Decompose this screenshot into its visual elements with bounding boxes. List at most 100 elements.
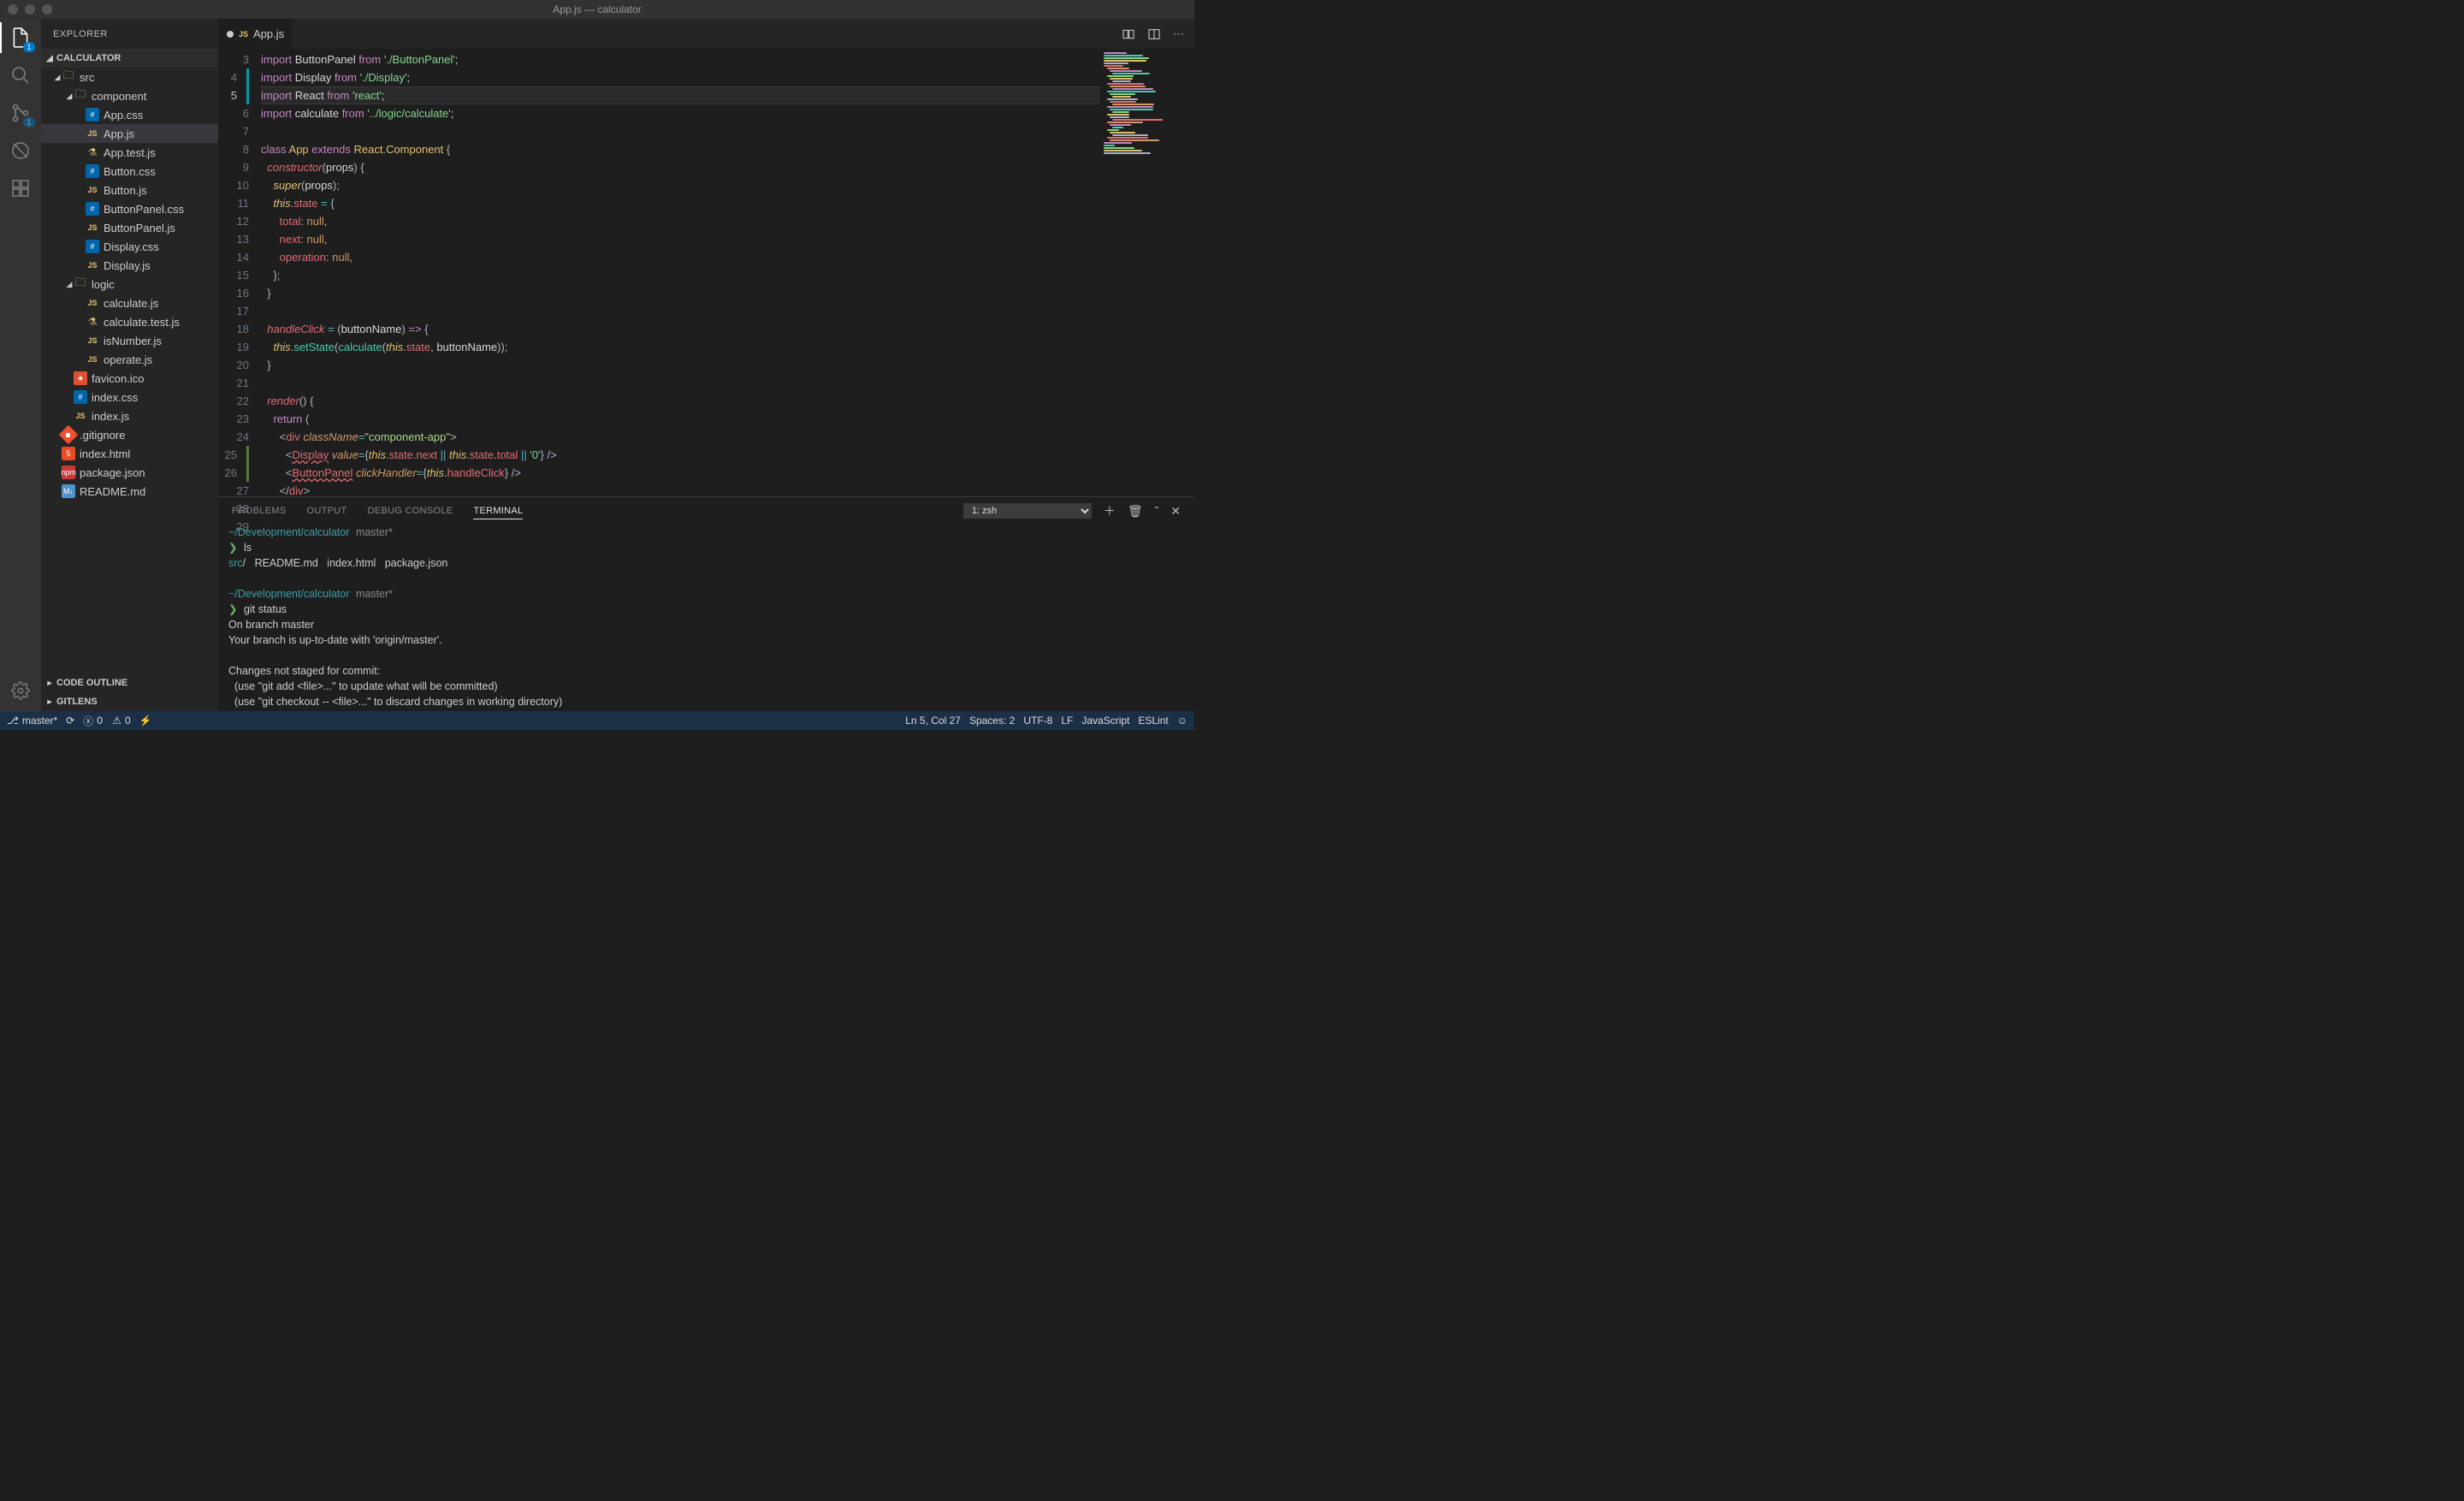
code-editor[interactable]: import ButtonPanel from './ButtonPanel';… <box>261 49 1100 496</box>
tree-file[interactable]: JSApp.js <box>41 124 218 143</box>
tree-item-label: ButtonPanel.css <box>104 203 184 216</box>
tree-item-label: operate.js <box>104 353 152 366</box>
tree-item-label: package.json <box>80 466 145 479</box>
sidebar-title: EXPLORER <box>41 19 218 49</box>
status-problems[interactable]: ⓧ0 ⚠0 <box>83 714 131 728</box>
bottom-panel: PROBLEMSOUTPUTDEBUG CONSOLETERMINAL 1: z… <box>218 496 1194 711</box>
activity-bar: 1 1 <box>0 19 41 711</box>
minimize-traffic-light[interactable] <box>25 4 35 15</box>
tree-item-label: component <box>92 90 146 103</box>
sidebar-section-project[interactable]: ◢CALCULATOR <box>41 49 218 68</box>
terminal-shell-selector[interactable]: 1: zsh <box>963 503 1092 519</box>
status-language[interactable]: JavaScript <box>1081 715 1129 727</box>
close-panel-icon[interactable]: ✕ <box>1170 504 1181 519</box>
js-file-icon: JS <box>239 30 248 39</box>
tree-file[interactable]: ⚗App.test.js <box>41 143 218 162</box>
tree-file[interactable]: JScalculate.js <box>41 294 218 312</box>
tree-file[interactable]: JSisNumber.js <box>41 331 218 350</box>
more-actions-icon[interactable]: ⋯ <box>1173 27 1184 41</box>
file-tree: ◢🗀src◢🗀component#App.cssJSApp.js⚗App.tes… <box>41 68 218 673</box>
tree-item-label: calculate.test.js <box>104 316 180 329</box>
tree-file[interactable]: JSButton.js <box>41 181 218 199</box>
tree-folder[interactable]: ◢🗀src <box>41 68 218 86</box>
status-eol[interactable]: LF <box>1061 715 1073 727</box>
twisty-icon: ◢ <box>53 73 62 82</box>
tree-file[interactable]: JSindex.js <box>41 406 218 425</box>
editor-group: JS App.js ⋯ 3456789101112131415161718192… <box>218 19 1194 711</box>
panel-tab-bar: PROBLEMSOUTPUTDEBUG CONSOLETERMINAL 1: z… <box>218 497 1194 525</box>
kill-terminal-icon[interactable]: 🗑 <box>1128 504 1143 519</box>
tree-item-label: logic <box>92 278 115 291</box>
status-branch[interactable]: ⎇master* <box>7 715 57 727</box>
status-encoding[interactable]: UTF-8 <box>1023 715 1052 727</box>
tab-label: App.js <box>253 27 284 40</box>
tab-app-js[interactable]: JS App.js <box>218 19 293 49</box>
warning-icon: ⚠ <box>112 715 121 727</box>
explorer-icon[interactable]: 1 <box>9 26 33 50</box>
scm-badge: 1 <box>23 117 35 128</box>
tree-file[interactable]: #ButtonPanel.css <box>41 199 218 218</box>
minimap[interactable] <box>1100 49 1194 496</box>
tree-file[interactable]: JSButtonPanel.js <box>41 218 218 237</box>
line-number-gutter: 3456789101112131415161718192021222324252… <box>218 49 261 496</box>
sidebar-section-outline[interactable]: ▸CODE OUTLINE <box>41 673 218 692</box>
tree-file[interactable]: ⚗calculate.test.js <box>41 312 218 331</box>
tree-file[interactable]: #index.css <box>41 388 218 406</box>
tree-item-label: Button.js <box>104 184 147 197</box>
settings-gear-icon[interactable] <box>9 679 33 703</box>
outline-label: CODE OUTLINE <box>56 678 127 688</box>
status-live[interactable]: ⚡ <box>139 715 152 727</box>
tree-item-label: src <box>80 71 94 84</box>
panel-tab-output[interactable]: OUTPUT <box>307 506 347 516</box>
twisty-icon: ◢ <box>65 92 74 101</box>
tree-item-label: index.js <box>92 410 129 423</box>
status-eslint[interactable]: ESLint <box>1138 715 1168 727</box>
sidebar: EXPLORER ◢CALCULATOR ◢🗀src◢🗀component#Ap… <box>41 19 218 711</box>
tree-item-label: App.js <box>104 128 134 140</box>
tree-file[interactable]: npmpackage.json <box>41 463 218 482</box>
extensions-icon[interactable] <box>9 176 33 200</box>
tree-item-label: App.test.js <box>104 146 156 159</box>
status-feedback-icon[interactable]: ☺ <box>1177 715 1188 727</box>
close-traffic-light[interactable] <box>8 4 18 15</box>
tree-item-label: favicon.ico <box>92 372 144 385</box>
tree-folder[interactable]: ◢🗀component <box>41 86 218 105</box>
window-controls <box>8 4 52 15</box>
new-terminal-icon[interactable]: ＋ <box>1104 502 1116 519</box>
search-icon[interactable] <box>9 63 33 87</box>
chevron-down-icon: ◢ <box>44 54 55 63</box>
project-name-label: CALCULATOR <box>56 53 121 63</box>
maximize-panel-icon[interactable]: ˆ <box>1155 504 1159 518</box>
terminal-output[interactable]: ~/Development/calculator master* ❯ ls sr… <box>218 525 1194 711</box>
compare-changes-icon[interactable] <box>1122 27 1135 41</box>
tree-item-label: Display.css <box>104 240 159 253</box>
status-indentation[interactable]: Spaces: 2 <box>969 715 1015 727</box>
tree-file[interactable]: #Button.css <box>41 162 218 181</box>
tree-file[interactable]: ◆.gitignore <box>41 425 218 444</box>
panel-tab-debug-console[interactable]: DEBUG CONSOLE <box>368 506 453 516</box>
gitlens-label: GITLENS <box>56 697 98 707</box>
status-bar: ⎇master* ⟳ ⓧ0 ⚠0 ⚡ Ln 5, Col 27 Spaces: … <box>0 711 1194 730</box>
titlebar: App.js — calculator <box>0 0 1194 19</box>
tree-file[interactable]: JSDisplay.js <box>41 256 218 275</box>
status-cursor-position[interactable]: Ln 5, Col 27 <box>905 715 961 727</box>
sidebar-section-gitlens[interactable]: ▸GITLENS <box>41 692 218 711</box>
modified-dot-icon <box>227 31 234 38</box>
chevron-right-icon: ▸ <box>44 679 55 688</box>
status-sync[interactable]: ⟳ <box>66 715 74 727</box>
split-editor-icon[interactable] <box>1147 27 1161 41</box>
tree-file[interactable]: ★favicon.ico <box>41 369 218 388</box>
twisty-icon: ◢ <box>65 280 74 289</box>
tree-file[interactable]: M↓README.md <box>41 482 218 501</box>
tree-file[interactable]: 5index.html <box>41 444 218 463</box>
tree-item-label: ButtonPanel.js <box>104 222 175 234</box>
zoom-traffic-light[interactable] <box>42 4 52 15</box>
tree-item-label: calculate.js <box>104 297 158 310</box>
panel-tab-terminal[interactable]: TERMINAL <box>473 506 523 519</box>
tree-file[interactable]: #App.css <box>41 105 218 124</box>
debug-icon[interactable] <box>9 139 33 163</box>
scm-icon[interactable]: 1 <box>9 101 33 125</box>
tree-file[interactable]: JSoperate.js <box>41 350 218 369</box>
tree-file[interactable]: #Display.css <box>41 237 218 256</box>
tree-folder[interactable]: ◢🗀logic <box>41 275 218 294</box>
